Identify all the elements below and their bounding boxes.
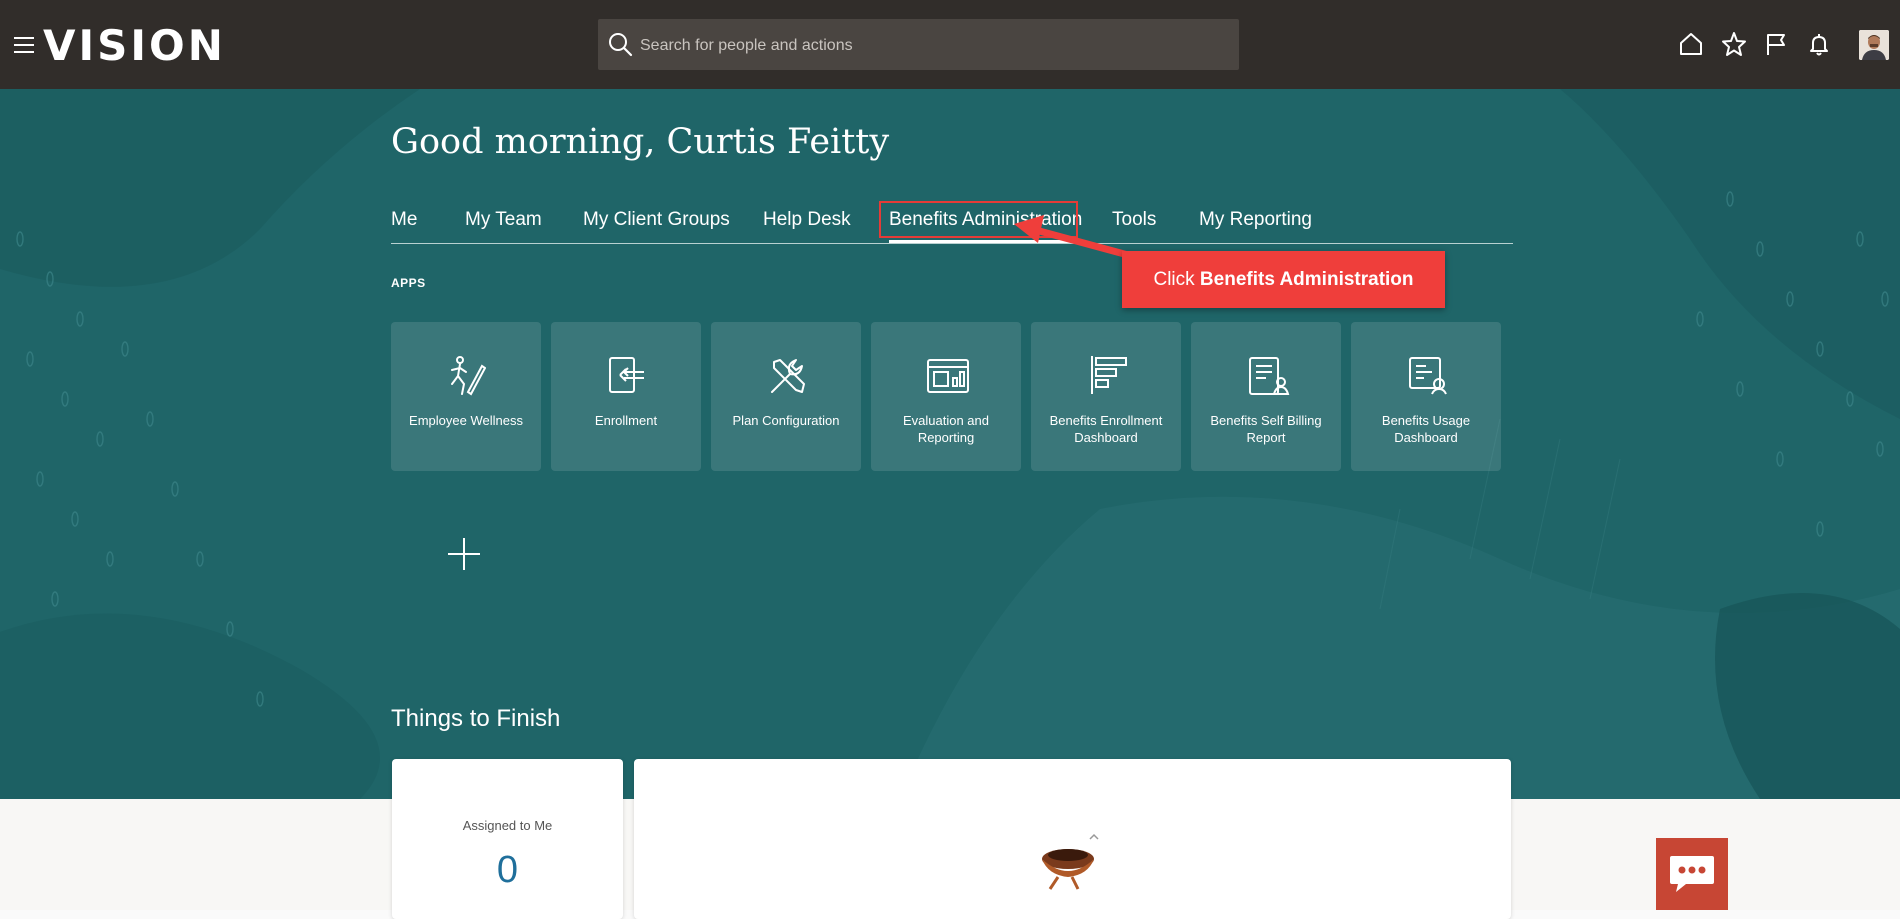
flag-icon[interactable] <box>1762 30 1790 58</box>
tab-me[interactable]: Me <box>391 206 417 234</box>
global-header: VISION <box>0 0 1900 89</box>
app-benefits-enrollment-dashboard[interactable]: Benefits Enrollment Dashboard <box>1031 322 1181 471</box>
chat-assistant-button[interactable] <box>1656 838 1728 910</box>
tabs-divider <box>391 243 1513 244</box>
navigator-menu-icon[interactable] <box>14 37 34 53</box>
app-label: Benefits Enrollment Dashboard <box>1049 413 1163 445</box>
empty-nest-icon <box>1042 833 1099 890</box>
hero-panel: Good morning, Curtis Feitty Me My Team M… <box>0 89 1900 799</box>
user-photo-icon <box>1859 30 1889 60</box>
billing-report-icon <box>1249 357 1290 395</box>
chat-bubble-icon <box>1670 856 1714 892</box>
things-to-finish-empty-card <box>634 759 1511 919</box>
assigned-to-me-card[interactable]: Assigned to Me 0 <box>392 759 623 919</box>
search-input[interactable] <box>638 19 1232 72</box>
vision-logo[interactable]: VISION <box>43 22 226 70</box>
enrollment-icon <box>609 357 644 393</box>
tab-help-desk[interactable]: Help Desk <box>763 206 851 234</box>
tab-my-reporting[interactable]: My Reporting <box>1199 206 1312 234</box>
app-label: Evaluation and Reporting <box>902 413 989 445</box>
tools-icon <box>771 359 805 393</box>
add-app-plus-icon[interactable] <box>446 536 482 572</box>
app-label: Benefits Self Billing Report <box>1210 413 1322 445</box>
app-label: Employee Wellness <box>409 413 523 428</box>
apps-heading: APPS <box>391 276 426 290</box>
app-evaluation-and-reporting[interactable]: Evaluation and Reporting <box>871 322 1021 471</box>
callout-prefix: Click <box>1153 269 1200 290</box>
app-label: Enrollment <box>594 413 658 428</box>
notifications-bell-icon[interactable] <box>1805 30 1833 58</box>
favorites-star-icon[interactable] <box>1720 30 1748 58</box>
home-icon[interactable] <box>1677 30 1705 58</box>
greeting-heading: Good morning, Curtis Feitty <box>391 122 890 162</box>
assigned-count: 0 <box>496 849 519 891</box>
search-icon[interactable] <box>607 31 633 57</box>
tab-my-client-groups[interactable]: My Client Groups <box>583 206 730 234</box>
user-avatar[interactable] <box>1859 30 1889 60</box>
report-icon <box>927 359 969 393</box>
wellness-icon <box>451 356 486 396</box>
tutorial-callout: Click Benefits Administration <box>1122 251 1445 308</box>
callout-target: Benefits Administration <box>1199 269 1414 290</box>
app-enrollment[interactable]: Enrollment <box>551 322 701 471</box>
app-plan-configuration[interactable]: Plan Configuration <box>711 322 861 471</box>
things-to-finish-heading: Things to Finish <box>391 705 561 732</box>
assigned-label: Assigned to Me <box>462 818 553 833</box>
callout-arrow-icon <box>1014 215 1130 259</box>
app-label: Plan Configuration <box>732 413 840 428</box>
dashboard-icon <box>1091 356 1127 394</box>
app-employee-wellness[interactable]: Employee Wellness <box>391 322 541 471</box>
usage-dashboard-icon <box>1409 357 1447 395</box>
app-label: Benefits Usage Dashboard <box>1381 413 1471 445</box>
app-benefits-usage-dashboard[interactable]: Benefits Usage Dashboard <box>1351 322 1501 471</box>
app-benefits-self-billing-report[interactable]: Benefits Self Billing Report <box>1191 322 1341 471</box>
tab-my-team[interactable]: My Team <box>465 206 542 234</box>
global-search <box>598 19 1239 72</box>
